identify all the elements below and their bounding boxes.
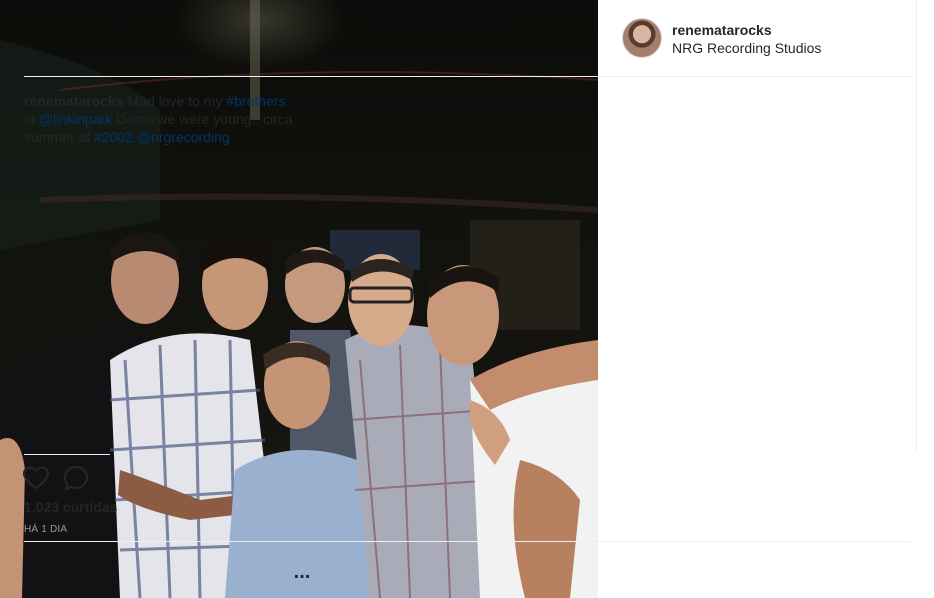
scroll-area-border [916,0,917,452]
location-link[interactable]: NRG Recording Studios [672,40,821,56]
header-divider [24,76,912,77]
comment-icon [63,465,89,491]
hashtag-brothers-link[interactable]: #brothers [226,93,285,109]
like-button[interactable] [22,464,50,492]
heart-icon [22,466,50,490]
likes-count[interactable]: 1.023 curtidas [24,499,117,515]
post-caption: renematarocks Mad love to my #brothers i… [24,92,296,146]
mention-linkinpark-link[interactable]: @linkinpark [39,111,112,127]
post-details-panel: renematarocks NRG Recording Studios [598,0,934,598]
actions-divider [24,454,110,455]
post-timestamp[interactable]: HÁ 1 DIA [24,524,67,535]
comment-button[interactable] [62,464,90,492]
avatar[interactable] [622,18,662,58]
mention-nrgrecording-link[interactable]: @nrgrecording [137,129,230,145]
caption-text-1: Mad love to my [123,93,227,109]
comment-divider [24,541,910,542]
post-header: renematarocks NRG Recording Studios [622,18,910,76]
caption-username[interactable]: renematarocks [24,93,124,109]
hashtag-2002-link[interactable]: #2002 [94,129,133,145]
more-options-icon[interactable]: ... [288,562,316,582]
username-link[interactable]: renematarocks [672,22,772,38]
caption-text-2: in [24,111,39,127]
